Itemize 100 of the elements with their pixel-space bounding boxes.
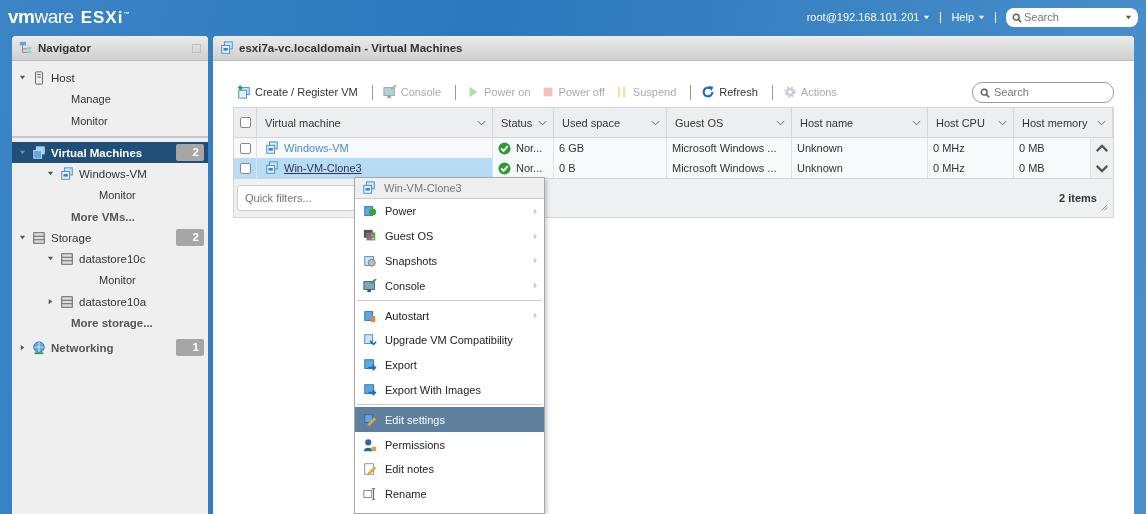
vm-upgrade-icon xyxy=(363,333,377,348)
nav-item[interactable]: Monitor xyxy=(12,110,208,132)
nav-item[interactable]: Windows-VM xyxy=(12,163,208,184)
vm-icon xyxy=(220,41,234,55)
table-cell: 0 MHz xyxy=(928,138,1014,158)
toolbar-button[interactable]: Create / Register VM xyxy=(237,85,364,99)
table-cell: 0 MHz xyxy=(928,158,1014,178)
menu-item[interactable]: Permissions xyxy=(355,432,544,457)
check-icon xyxy=(498,141,511,155)
refresh-icon xyxy=(701,85,716,99)
checkbox[interactable] xyxy=(239,117,251,128)
column-header[interactable]: Used space xyxy=(554,108,667,138)
nav-item[interactable]: Monitor xyxy=(12,184,208,206)
navigator-icon xyxy=(19,41,33,55)
database-icon xyxy=(60,251,74,266)
nav-item[interactable]: Storage 2 xyxy=(12,227,208,248)
menu-item[interactable]: Console xyxy=(355,273,544,299)
vm-export-icon xyxy=(363,382,377,397)
user-menu[interactable]: root@192.168.101.201 xyxy=(806,11,931,23)
table-cell: Unknown xyxy=(792,158,928,178)
nav-item[interactable]: Monitor xyxy=(12,269,208,291)
menu-item[interactable]: Export With Images xyxy=(355,377,544,403)
gear-icon xyxy=(782,85,797,99)
item-count: 2 items xyxy=(1059,192,1097,204)
menu-item[interactable]: Export xyxy=(355,352,544,378)
globe-icon xyxy=(32,340,46,355)
nav-item[interactable]: Host xyxy=(12,67,208,88)
nav-item[interactable]: Virtual Machines 2 xyxy=(12,142,208,163)
vm-name-cell[interactable]: Win-VM-Clone3 xyxy=(257,158,493,178)
minimize-icon xyxy=(192,43,201,53)
search-field[interactable]: Search xyxy=(1006,7,1138,27)
table-cell: 6 GB xyxy=(554,138,667,158)
menu-item[interactable]: Edit notes xyxy=(355,456,544,482)
panel-title: Navigator xyxy=(38,42,93,54)
menu-item[interactable]: Autostart xyxy=(355,303,544,328)
column-header[interactable]: Virtual machine xyxy=(257,108,493,138)
column-header[interactable]: Host CPU xyxy=(928,108,1014,138)
toolbar-button[interactable]: Refresh xyxy=(701,85,764,99)
checkbox[interactable] xyxy=(239,142,251,154)
vm-icon xyxy=(60,166,74,181)
table-cell: Microsoft Windows ... xyxy=(667,138,792,158)
caret-icon xyxy=(978,13,985,21)
checkbox[interactable] xyxy=(239,162,251,174)
menu-item[interactable]: Guest OS xyxy=(355,223,544,249)
nav-item[interactable]: More storage... xyxy=(12,312,208,333)
database-icon xyxy=(32,230,46,245)
vm-icon xyxy=(265,161,279,175)
status-cell: Nor... xyxy=(493,158,554,178)
monitor-icon xyxy=(382,85,397,99)
user-lock-icon xyxy=(363,437,377,452)
column-header[interactable]: Host name xyxy=(792,108,928,138)
chevron-down-icon xyxy=(651,119,660,126)
scroll-up-icon xyxy=(1095,143,1109,153)
chevron-down-icon xyxy=(1097,119,1106,126)
table-cell: Microsoft Windows ... xyxy=(667,158,792,178)
database-icon xyxy=(60,294,74,309)
menu-item[interactable]: Edit settings xyxy=(355,407,544,433)
nav-item[interactable]: More VMs... xyxy=(12,206,208,227)
vm-icon xyxy=(32,145,46,160)
resize-grip-icon xyxy=(1101,204,1108,211)
chevron-down-icon xyxy=(912,119,921,126)
vm-icon xyxy=(362,181,376,195)
vm-autostart-icon xyxy=(363,308,377,323)
chevron-down-icon xyxy=(998,119,1007,126)
chevron-down-icon xyxy=(538,119,547,126)
check-icon xyxy=(498,161,511,175)
chevron-down-icon xyxy=(477,119,486,126)
count-badge: 2 xyxy=(176,144,204,161)
nav-item[interactable]: datastore10a xyxy=(12,291,208,312)
vm-add-icon xyxy=(237,85,251,99)
help-menu[interactable]: Help xyxy=(951,11,985,23)
table-cell: 0 MB xyxy=(1014,158,1091,178)
server-icon xyxy=(32,70,46,85)
nav-item[interactable]: Manage xyxy=(12,88,208,110)
vmware-logo: vmware xyxy=(8,6,74,28)
nav-item[interactable]: datastore10c xyxy=(12,248,208,269)
column-header[interactable]: Guest OS xyxy=(667,108,792,138)
chevron-down-icon xyxy=(776,119,785,126)
count-badge: 1 xyxy=(176,339,204,356)
status-cell: Nor... xyxy=(493,138,554,158)
count-badge: 2 xyxy=(176,229,204,246)
scroll-down-icon xyxy=(1095,163,1109,173)
vm-edit-icon xyxy=(363,412,377,427)
product-name: ESXi$^{™}$ xyxy=(80,8,131,28)
search-field[interactable]: Search xyxy=(972,81,1114,103)
nav-item[interactable]: Networking 1 xyxy=(12,337,208,358)
vm-power-icon xyxy=(363,204,377,219)
caret-icon xyxy=(923,13,931,21)
menu-item[interactable]: Snapshots xyxy=(355,248,544,274)
monitor-icon xyxy=(363,278,377,293)
menu-item[interactable]: Rename xyxy=(355,481,544,507)
table-cell: 0 B xyxy=(554,158,667,178)
note-edit-icon xyxy=(363,462,377,477)
table-cell: Unknown xyxy=(792,138,928,158)
vm-icon xyxy=(265,141,279,155)
table-cell: 0 MB xyxy=(1014,138,1091,158)
menu-item[interactable]: Upgrade VM Compatibility xyxy=(355,328,544,353)
column-header[interactable]: Host memory xyxy=(1014,108,1113,138)
column-header[interactable]: Status xyxy=(493,108,554,138)
vm-export-icon xyxy=(363,358,377,373)
